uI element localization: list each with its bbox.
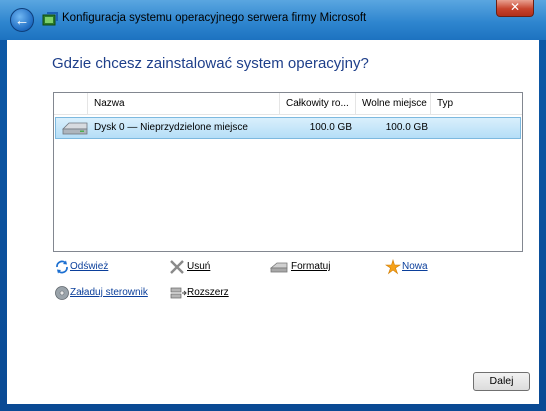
extend-disk-icon <box>170 287 187 299</box>
row-free-space: 100.0 GB <box>385 122 428 133</box>
column-header-icon <box>54 93 87 114</box>
table-row[interactable]: Dysk 0 — Nieprzydzielone miejsce 100.0 G… <box>55 117 521 139</box>
format-button[interactable]: Formatuj <box>269 259 344 275</box>
load-driver-disc-icon <box>55 286 69 300</box>
row-name: Dysk 0 — Nieprzydzielone miejsce <box>94 122 248 133</box>
title-bar: ← Konfiguracja systemu operacyjnego serw… <box>0 0 546 40</box>
delete-button[interactable]: Usuń <box>169 259 229 275</box>
close-icon: ✕ <box>509 0 521 14</box>
delete-x-icon <box>170 260 184 274</box>
load-driver-label: Załaduj sterownik <box>70 287 148 298</box>
load-driver-button[interactable]: Załaduj sterownik <box>54 285 154 301</box>
column-header-type[interactable]: Typ <box>430 93 522 114</box>
setup-app-icon <box>42 12 58 26</box>
back-arrow-icon: ← <box>14 11 30 29</box>
disk-icon <box>62 122 88 135</box>
setup-window: ← Konfiguracja systemu operacyjnego serw… <box>0 0 546 411</box>
row-total-size: 100.0 GB <box>309 122 352 133</box>
new-button[interactable]: Nowa <box>385 259 445 275</box>
back-button[interactable]: ← <box>10 8 34 32</box>
delete-label: Usuń <box>187 261 211 272</box>
column-header-name[interactable]: Nazwa <box>87 93 279 114</box>
close-button[interactable]: ✕ <box>496 0 534 17</box>
partition-table[interactable]: Nazwa Całkowity ro... Wolne miejsce Typ … <box>53 92 523 252</box>
content-pane: Gdzie chcesz zainstalować system operacy… <box>7 40 539 404</box>
extend-label: Rozszerz <box>187 287 229 298</box>
next-button[interactable]: Dalej <box>473 372 530 391</box>
format-disk-icon <box>269 262 288 273</box>
column-header-free-space[interactable]: Wolne miejsce <box>355 93 430 114</box>
extend-button[interactable]: Rozszerz <box>169 285 239 301</box>
page-title: Gdzie chcesz zainstalować system operacy… <box>52 55 369 72</box>
refresh-icon <box>56 260 68 274</box>
column-header-total-size[interactable]: Całkowity ro... <box>279 93 355 114</box>
new-label: Nowa <box>402 261 428 272</box>
format-label: Formatuj <box>291 261 331 272</box>
refresh-button[interactable]: Odśwież <box>54 259 134 275</box>
refresh-label: Odśwież <box>70 261 109 272</box>
new-star-icon <box>385 259 401 275</box>
window-title: Konfiguracja systemu operacyjnego serwer… <box>62 12 367 24</box>
table-header: Nazwa Całkowity ro... Wolne miejsce Typ <box>54 93 522 115</box>
